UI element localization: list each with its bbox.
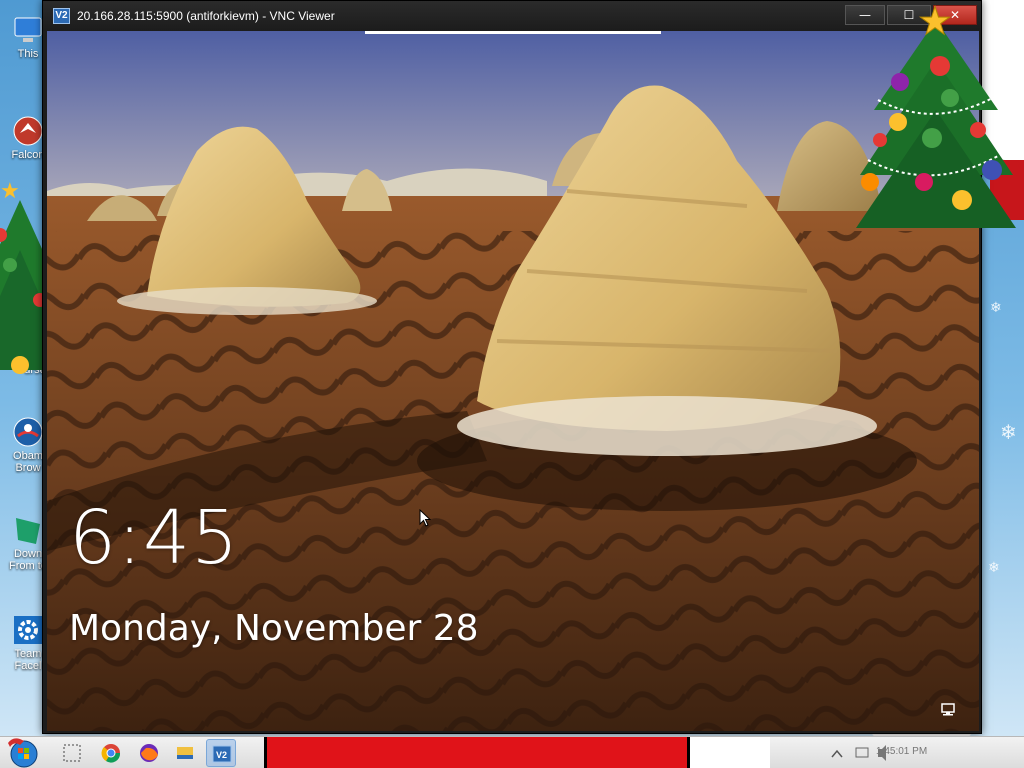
windows-explorer-icon[interactable]: [58, 739, 88, 767]
download-icon: [12, 514, 44, 546]
network-icon[interactable]: [940, 703, 958, 717]
svg-text:★: ★: [0, 180, 20, 204]
taskbar-clock[interactable]: 1:45:01 PM: [876, 746, 927, 757]
chrome-icon[interactable]: [96, 739, 126, 767]
christmas-tree-decoration: ★: [848, 0, 1018, 239]
window-titlebar[interactable]: V2 20.166.28.115:5900 (antiforkievm) - V…: [43, 1, 981, 31]
window-title: 20.166.28.115:5900 (antiforkievm) - VNC …: [77, 9, 335, 23]
taskbar-wallpaper-decoration: [264, 737, 690, 768]
remote-top-bar: [365, 31, 661, 34]
mouse-cursor-icon: [419, 509, 431, 527]
lock-screen-time: 6:45: [69, 495, 240, 581]
start-orb[interactable]: [6, 737, 40, 768]
file-manager-icon[interactable]: [170, 739, 200, 767]
snowflake-decoration: ❄: [990, 300, 1002, 316]
vnc-viewer-window[interactable]: V2 20.166.28.115:5900 (antiforkievm) - V…: [42, 0, 982, 734]
vnc-viewer-icon[interactable]: V2: [206, 739, 236, 767]
lock-screen-date: Monday, November 28: [69, 608, 479, 649]
snowflake-decoration: ❄: [1000, 420, 1017, 444]
falcon-icon: [12, 115, 44, 147]
vnc-app-icon[interactable]: V2: [53, 8, 70, 24]
computer-icon: [12, 14, 44, 46]
taskbar: V2 1:45:01 PM: [0, 736, 1024, 768]
svg-text:★: ★: [918, 0, 952, 43]
taskbar-wallpaper-decoration: [690, 737, 770, 768]
svg-text:V2: V2: [216, 750, 227, 760]
snowflake-decoration: ❄: [988, 560, 1000, 576]
remote-lock-screen[interactable]: 6:45 Monday, November 28: [47, 31, 979, 731]
firefox-icon[interactable]: [134, 739, 164, 767]
obama-browser-icon: [12, 416, 44, 448]
gear-icon: [12, 614, 44, 646]
